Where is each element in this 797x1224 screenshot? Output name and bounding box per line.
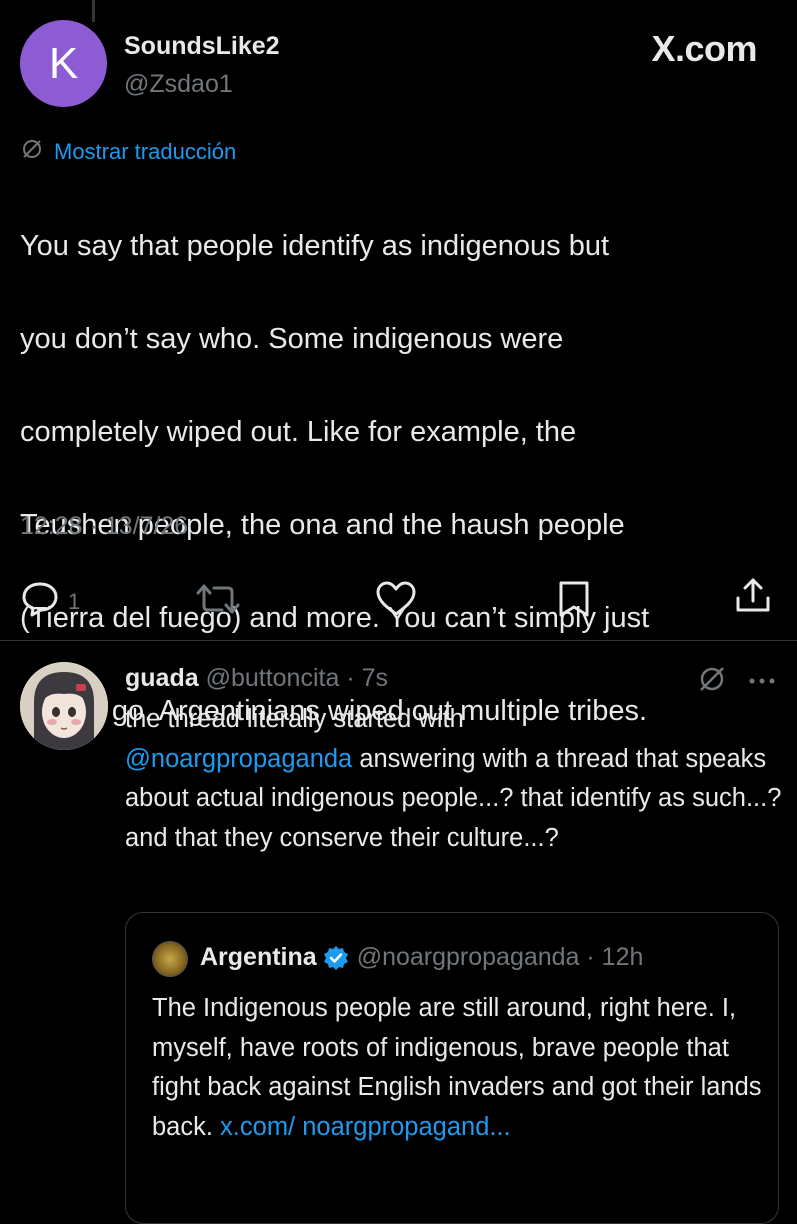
share-icon	[733, 576, 773, 621]
tweet-text-line: completely wiped out. Like for example, …	[20, 415, 577, 448]
tweet-action-bar: 1	[0, 574, 797, 624]
reply-text-part: answering with a thread	[352, 744, 629, 773]
reply-count: 1	[68, 588, 81, 614]
divider	[0, 640, 797, 641]
verified-badge-icon	[323, 945, 349, 971]
quoted-link[interactable]: x.com/ noargpropagand...	[220, 1113, 511, 1141]
author-handle[interactable]: @Zsdao1	[124, 70, 233, 99]
bookmark-button[interactable]	[556, 580, 592, 623]
x-com-logo: X.com	[651, 28, 757, 69]
share-button[interactable]	[733, 576, 773, 621]
translate-icon	[20, 137, 44, 166]
thread-connector-line	[92, 0, 95, 22]
reply-handle-time[interactable]: @buttoncita · 7s	[206, 664, 388, 692]
avatar[interactable]: K	[20, 20, 107, 107]
reply-text-part: the thread literally started with	[125, 705, 464, 733]
avatar-letter: K	[48, 38, 79, 88]
quoted-header: Argentina @noargpropaganda · 12h	[200, 943, 643, 972]
quoted-text: The Indigenous people are still around, …	[152, 989, 762, 1147]
reply-button[interactable]: 1	[20, 580, 80, 623]
tweet-text-line: you don’t say who. Some indigenous were	[20, 322, 564, 355]
mention-link[interactable]: @noargpropaganda	[125, 745, 352, 773]
author-display-name[interactable]: SoundsLike2	[124, 32, 280, 61]
reply-header: guada @buttoncita · 7s	[125, 664, 388, 693]
translate-label: Mostrar traducción	[54, 138, 237, 164]
more-icon[interactable]	[749, 673, 775, 691]
tweet-timestamp[interactable]: 12:28 · 13/7/26	[20, 512, 188, 541]
reply-display-name[interactable]: guada	[125, 664, 199, 692]
show-translation-link[interactable]: Mostrar traducción	[20, 137, 236, 166]
retweet-icon	[196, 582, 240, 621]
translate-icon[interactable]	[697, 664, 727, 699]
quoted-avatar[interactable]	[152, 941, 188, 977]
reply-icon	[20, 580, 60, 623]
girl-illustration-avatar	[20, 662, 108, 750]
bookmark-icon	[556, 580, 592, 623]
reply-header-actions	[697, 664, 775, 699]
quoted-display-name[interactable]: Argentina	[200, 943, 317, 972]
reply-text: the thread literally started with @noargp…	[125, 700, 785, 858]
reply-avatar[interactable]	[20, 662, 108, 750]
quoted-handle-time[interactable]: @noargpropaganda · 12h	[357, 943, 644, 972]
like-icon	[375, 580, 417, 623]
quoted-tweet-card[interactable]: Argentina @noargpropaganda · 12h The Ind…	[125, 912, 779, 1224]
tweet-text-line: You say that people identify as indigeno…	[20, 229, 610, 262]
retweet-button[interactable]	[196, 582, 240, 621]
like-button[interactable]	[375, 580, 417, 623]
